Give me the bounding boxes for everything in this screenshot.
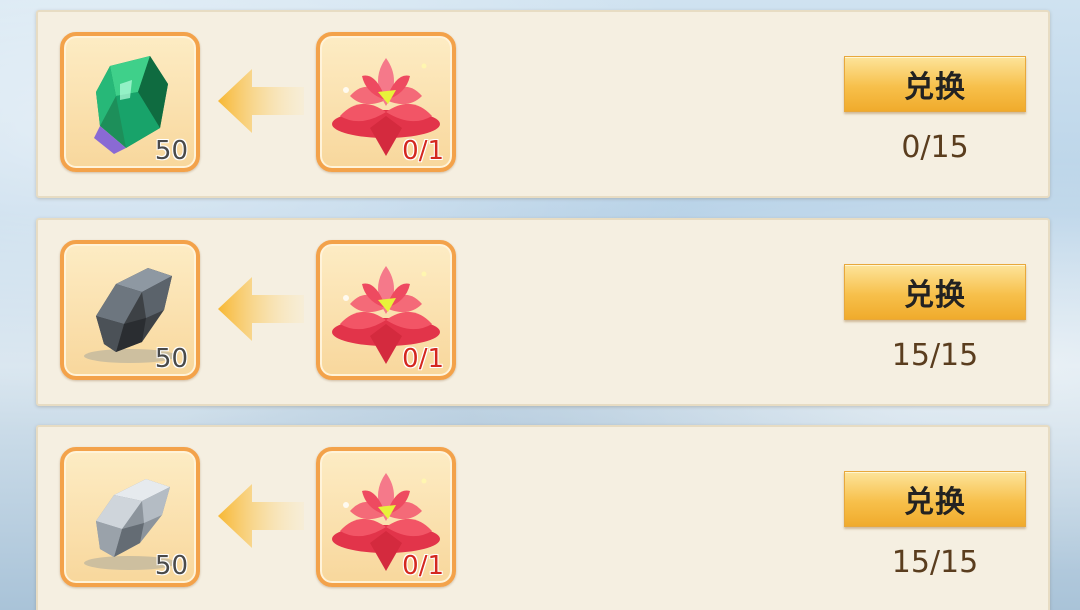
exchange-button[interactable]: 兑换 — [844, 264, 1026, 320]
exchange-row: 50 0/1 兑换 15/15 — [36, 425, 1050, 610]
cost-count: 0/1 — [402, 344, 444, 374]
cost-item-slot[interactable]: 0/1 — [316, 447, 456, 587]
exchange-button[interactable]: 兑换 — [844, 56, 1026, 112]
reward-item-slot[interactable]: 50 — [60, 447, 200, 587]
reward-count: 50 — [154, 551, 188, 581]
cost-count: 0/1 — [402, 136, 444, 166]
cost-item-slot[interactable]: 0/1 — [316, 32, 456, 172]
cost-item-slot[interactable]: 0/1 — [316, 240, 456, 380]
arrow-left-icon — [218, 277, 304, 341]
exchange-progress: 15/15 — [891, 338, 979, 373]
exchange-button[interactable]: 兑换 — [844, 471, 1026, 527]
cost-count: 0/1 — [402, 551, 444, 581]
arrow-left-icon — [218, 69, 304, 133]
reward-count: 50 — [154, 344, 188, 374]
reward-item-slot[interactable]: 50 — [60, 240, 200, 380]
exchange-progress: 15/15 — [891, 545, 979, 580]
reward-item-slot[interactable]: 50 — [60, 32, 200, 172]
reward-count: 50 — [154, 136, 188, 166]
exchange-row: 50 0/1 兑换 0/15 — [36, 10, 1050, 198]
exchange-progress: 0/15 — [901, 130, 969, 165]
arrow-left-icon — [218, 484, 304, 548]
exchange-row: 50 0/1 兑换 15/15 — [36, 218, 1050, 406]
